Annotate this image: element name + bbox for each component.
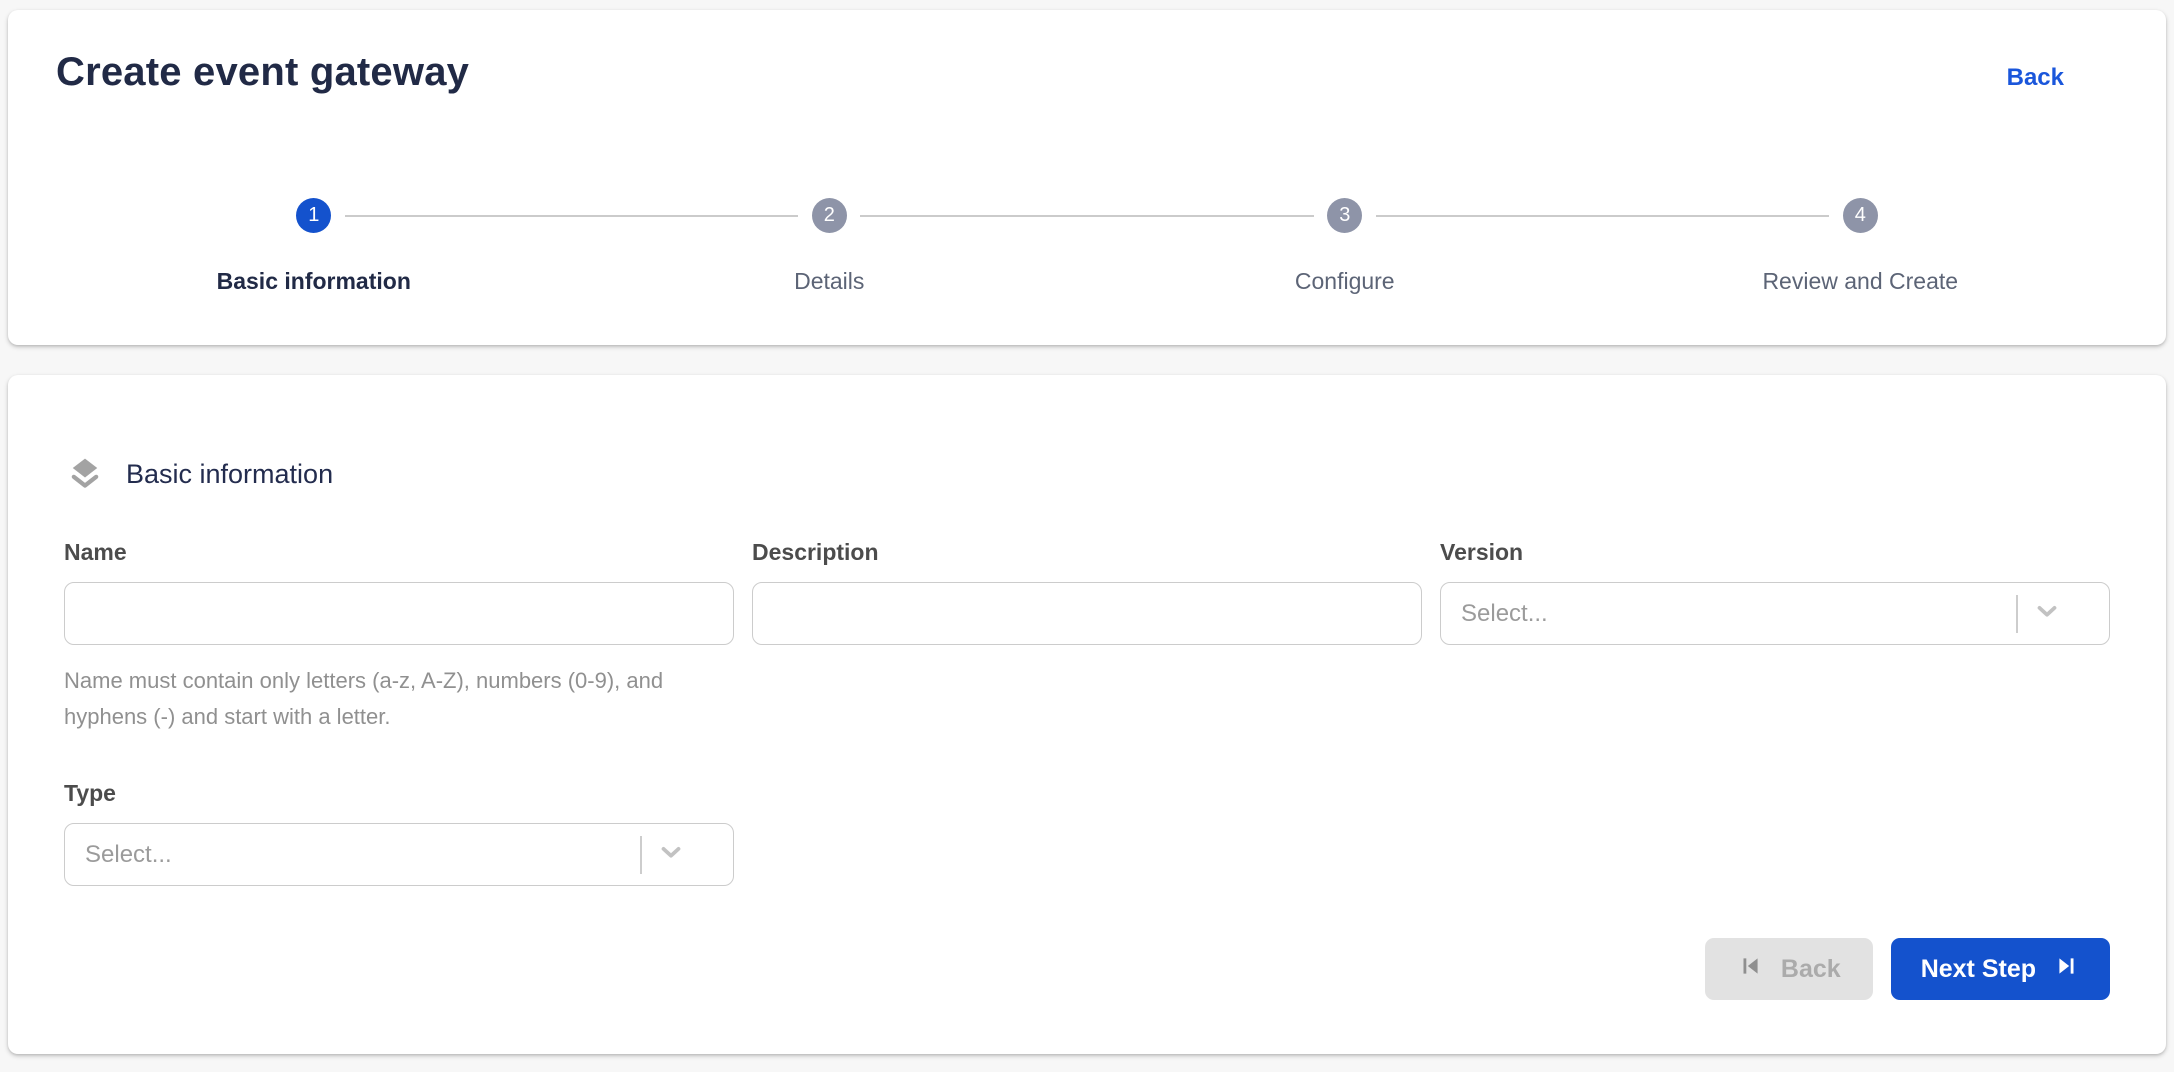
version-label: Version [1440, 539, 2110, 566]
step-1-number: 1 [308, 204, 319, 227]
name-helper-text: Name must contain only letters (a-z, A-Z… [64, 663, 714, 734]
stepper-step-basic-information[interactable]: 1 Basic information [56, 198, 572, 295]
header-card: Create event gateway Back 1 Basic inform… [8, 10, 2166, 345]
stepper-step-review-and-create[interactable]: 4 Review and Create [1603, 198, 2119, 295]
version-select[interactable] [1440, 582, 2110, 645]
step-1-badge: 1 [296, 198, 331, 233]
next-step-label: Next Step [1921, 955, 2036, 984]
step-1-label: Basic information [217, 268, 411, 295]
skip-previous-icon [1737, 953, 1763, 986]
name-label: Name [64, 539, 734, 566]
stepper: 1 Basic information 2 Details 3 Configur… [56, 198, 2118, 295]
section-title: Basic information [126, 459, 333, 490]
step-4-label: Review and Create [1762, 268, 1958, 295]
step-2-badge: 2 [812, 198, 847, 233]
header-row: Create event gateway Back [56, 50, 2118, 94]
back-step-label: Back [1781, 955, 1841, 984]
description-input[interactable] [752, 582, 1422, 645]
name-field-group: Name Name must contain only letters (a-z… [64, 539, 734, 734]
back-link[interactable]: Back [2007, 64, 2064, 92]
form-grid: Name Name must contain only letters (a-z… [64, 539, 2110, 886]
page-title: Create event gateway [56, 50, 469, 94]
version-select-input[interactable] [1440, 582, 2110, 645]
name-input[interactable] [64, 582, 734, 645]
page: Create event gateway Back 1 Basic inform… [0, 0, 2174, 1072]
section-header: Basic information [64, 453, 2110, 495]
wizard-actions: Back Next Step [64, 938, 2110, 1000]
step-3-badge: 3 [1327, 198, 1362, 233]
step-2-label: Details [794, 268, 864, 295]
type-select-input[interactable] [64, 823, 734, 886]
back-step-button[interactable]: Back [1705, 938, 1873, 1000]
step-4-badge: 4 [1843, 198, 1878, 233]
next-step-button[interactable]: Next Step [1891, 938, 2110, 1000]
stepper-step-configure[interactable]: 3 Configure [1087, 198, 1603, 295]
description-field-group: Description [752, 539, 1422, 645]
step-4-number: 4 [1855, 204, 1866, 227]
step-3-number: 3 [1339, 204, 1350, 227]
skip-next-icon [2054, 953, 2080, 986]
type-field-group: Type [64, 780, 734, 886]
type-select[interactable] [64, 823, 734, 886]
type-label: Type [64, 780, 734, 807]
stepper-step-details[interactable]: 2 Details [572, 198, 1088, 295]
form-card: Basic information Name Name must contain… [8, 375, 2166, 1054]
version-field-group: Version [1440, 539, 2110, 645]
layers-icon [64, 453, 106, 495]
description-label: Description [752, 539, 1422, 566]
step-3-label: Configure [1295, 268, 1395, 295]
step-2-number: 2 [824, 204, 835, 227]
